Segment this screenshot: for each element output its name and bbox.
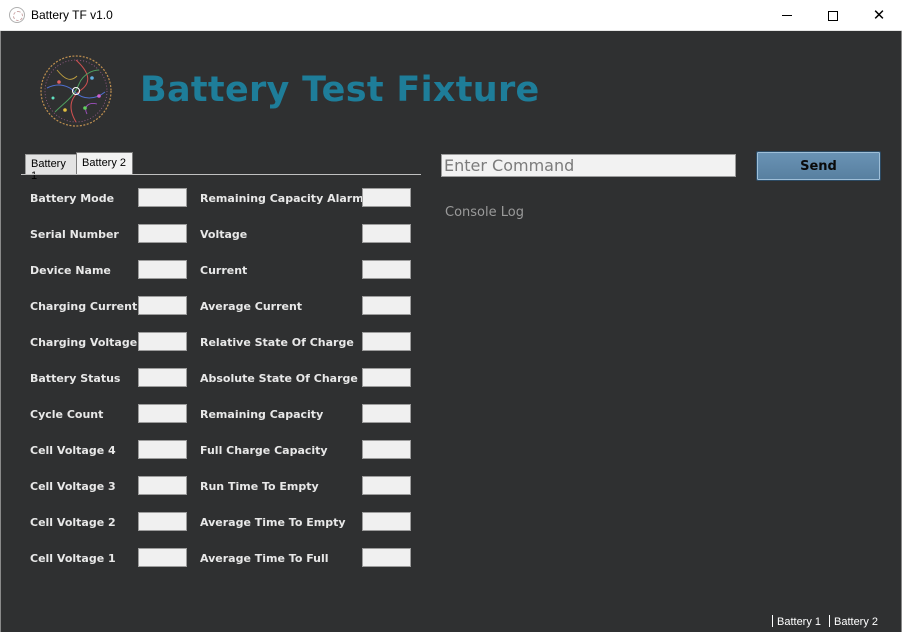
charging-current-label: Charging Current <box>30 300 138 313</box>
app-title: Battery Test Fixture <box>140 70 540 110</box>
charging-voltage-field[interactable] <box>138 332 187 351</box>
cell-voltage-2-label: Cell Voltage 2 <box>30 516 116 529</box>
close-icon: ✕ <box>872 6 886 24</box>
average-time-to-full-label: Average Time To Full <box>200 552 329 565</box>
minimize-button[interactable] <box>764 0 810 31</box>
cell-voltage-2-field[interactable] <box>138 512 187 531</box>
run-time-to-empty-label: Run Time To Empty <box>200 480 319 493</box>
tab-battery-2[interactable]: Battery 2 <box>76 152 133 174</box>
remaining-capacity-field[interactable] <box>362 404 411 423</box>
maximize-button[interactable] <box>810 0 856 31</box>
window-border-left <box>0 31 1 632</box>
status-separator <box>772 615 773 627</box>
cell-voltage-4-label: Cell Voltage 4 <box>30 444 116 457</box>
full-charge-capacity-label: Full Charge Capacity <box>200 444 328 457</box>
average-time-to-empty-field[interactable] <box>362 512 411 531</box>
close-button[interactable]: ✕ <box>856 0 902 31</box>
serial-number-label: Serial Number <box>30 228 119 241</box>
average-time-to-empty-label: Average Time To Empty <box>200 516 346 529</box>
average-current-field[interactable] <box>362 296 411 315</box>
status-battery-1-label: Battery 1 <box>777 616 822 628</box>
title-bar: Battery TF v1.0 ✕ <box>0 0 902 31</box>
charging-voltage-label: Charging Voltage <box>30 336 138 349</box>
average-current-label: Average Current <box>200 300 303 313</box>
device-name-field[interactable] <box>138 260 187 279</box>
remaining-capacity-label: Remaining Capacity <box>200 408 324 421</box>
window-title: Battery TF v1.0 <box>31 8 113 22</box>
app-icon <box>9 7 25 23</box>
send-button[interactable]: Send <box>756 151 881 181</box>
current-field[interactable] <box>362 260 411 279</box>
battery-status-field[interactable] <box>138 368 187 387</box>
maximize-icon <box>828 10 838 21</box>
cell-voltage-3-label: Cell Voltage 3 <box>30 480 116 493</box>
device-name-label: Device Name <box>30 264 111 277</box>
minimize-icon <box>782 15 792 16</box>
status-battery-2: Battery 2 <box>829 615 878 628</box>
absolute-state-of-charge-field[interactable] <box>362 368 411 387</box>
serial-number-field[interactable] <box>138 224 187 243</box>
cell-voltage-3-field[interactable] <box>138 476 187 495</box>
tab-battery-1[interactable]: Battery 1 <box>25 154 77 182</box>
cell-voltage-1-field[interactable] <box>138 548 187 567</box>
battery-status-label: Battery Status <box>30 372 121 385</box>
battery-mode-field[interactable] <box>138 188 187 207</box>
full-charge-capacity-field[interactable] <box>362 440 411 459</box>
tab-divider <box>21 174 421 175</box>
cell-voltage-1-label: Cell Voltage 1 <box>30 552 116 565</box>
status-separator <box>829 615 830 627</box>
cell-voltage-4-field[interactable] <box>138 440 187 459</box>
console-log: Console Log <box>445 205 524 220</box>
remaining-capacity-alarm-field[interactable] <box>362 188 411 207</box>
remaining-capacity-alarm-label: Remaining Capacity Alarm <box>200 192 364 205</box>
cycle-count-label: Cycle Count <box>30 408 104 421</box>
relative-state-of-charge-label: Relative State Of Charge <box>200 336 354 349</box>
absolute-state-of-charge-label: Absolute State Of Charge <box>200 372 358 385</box>
circuit-globe-icon <box>40 55 112 127</box>
voltage-field[interactable] <box>362 224 411 243</box>
charging-current-field[interactable] <box>138 296 187 315</box>
voltage-label: Voltage <box>200 228 248 241</box>
battery-mode-label: Battery Mode <box>30 192 115 205</box>
run-time-to-empty-field[interactable] <box>362 476 411 495</box>
command-input[interactable] <box>441 154 736 177</box>
current-label: Current <box>200 264 248 277</box>
status-battery-2-label: Battery 2 <box>834 616 879 628</box>
cycle-count-field[interactable] <box>138 404 187 423</box>
status-battery-1: Battery 1 <box>772 615 821 628</box>
relative-state-of-charge-field[interactable] <box>362 332 411 351</box>
average-time-to-full-field[interactable] <box>362 548 411 567</box>
